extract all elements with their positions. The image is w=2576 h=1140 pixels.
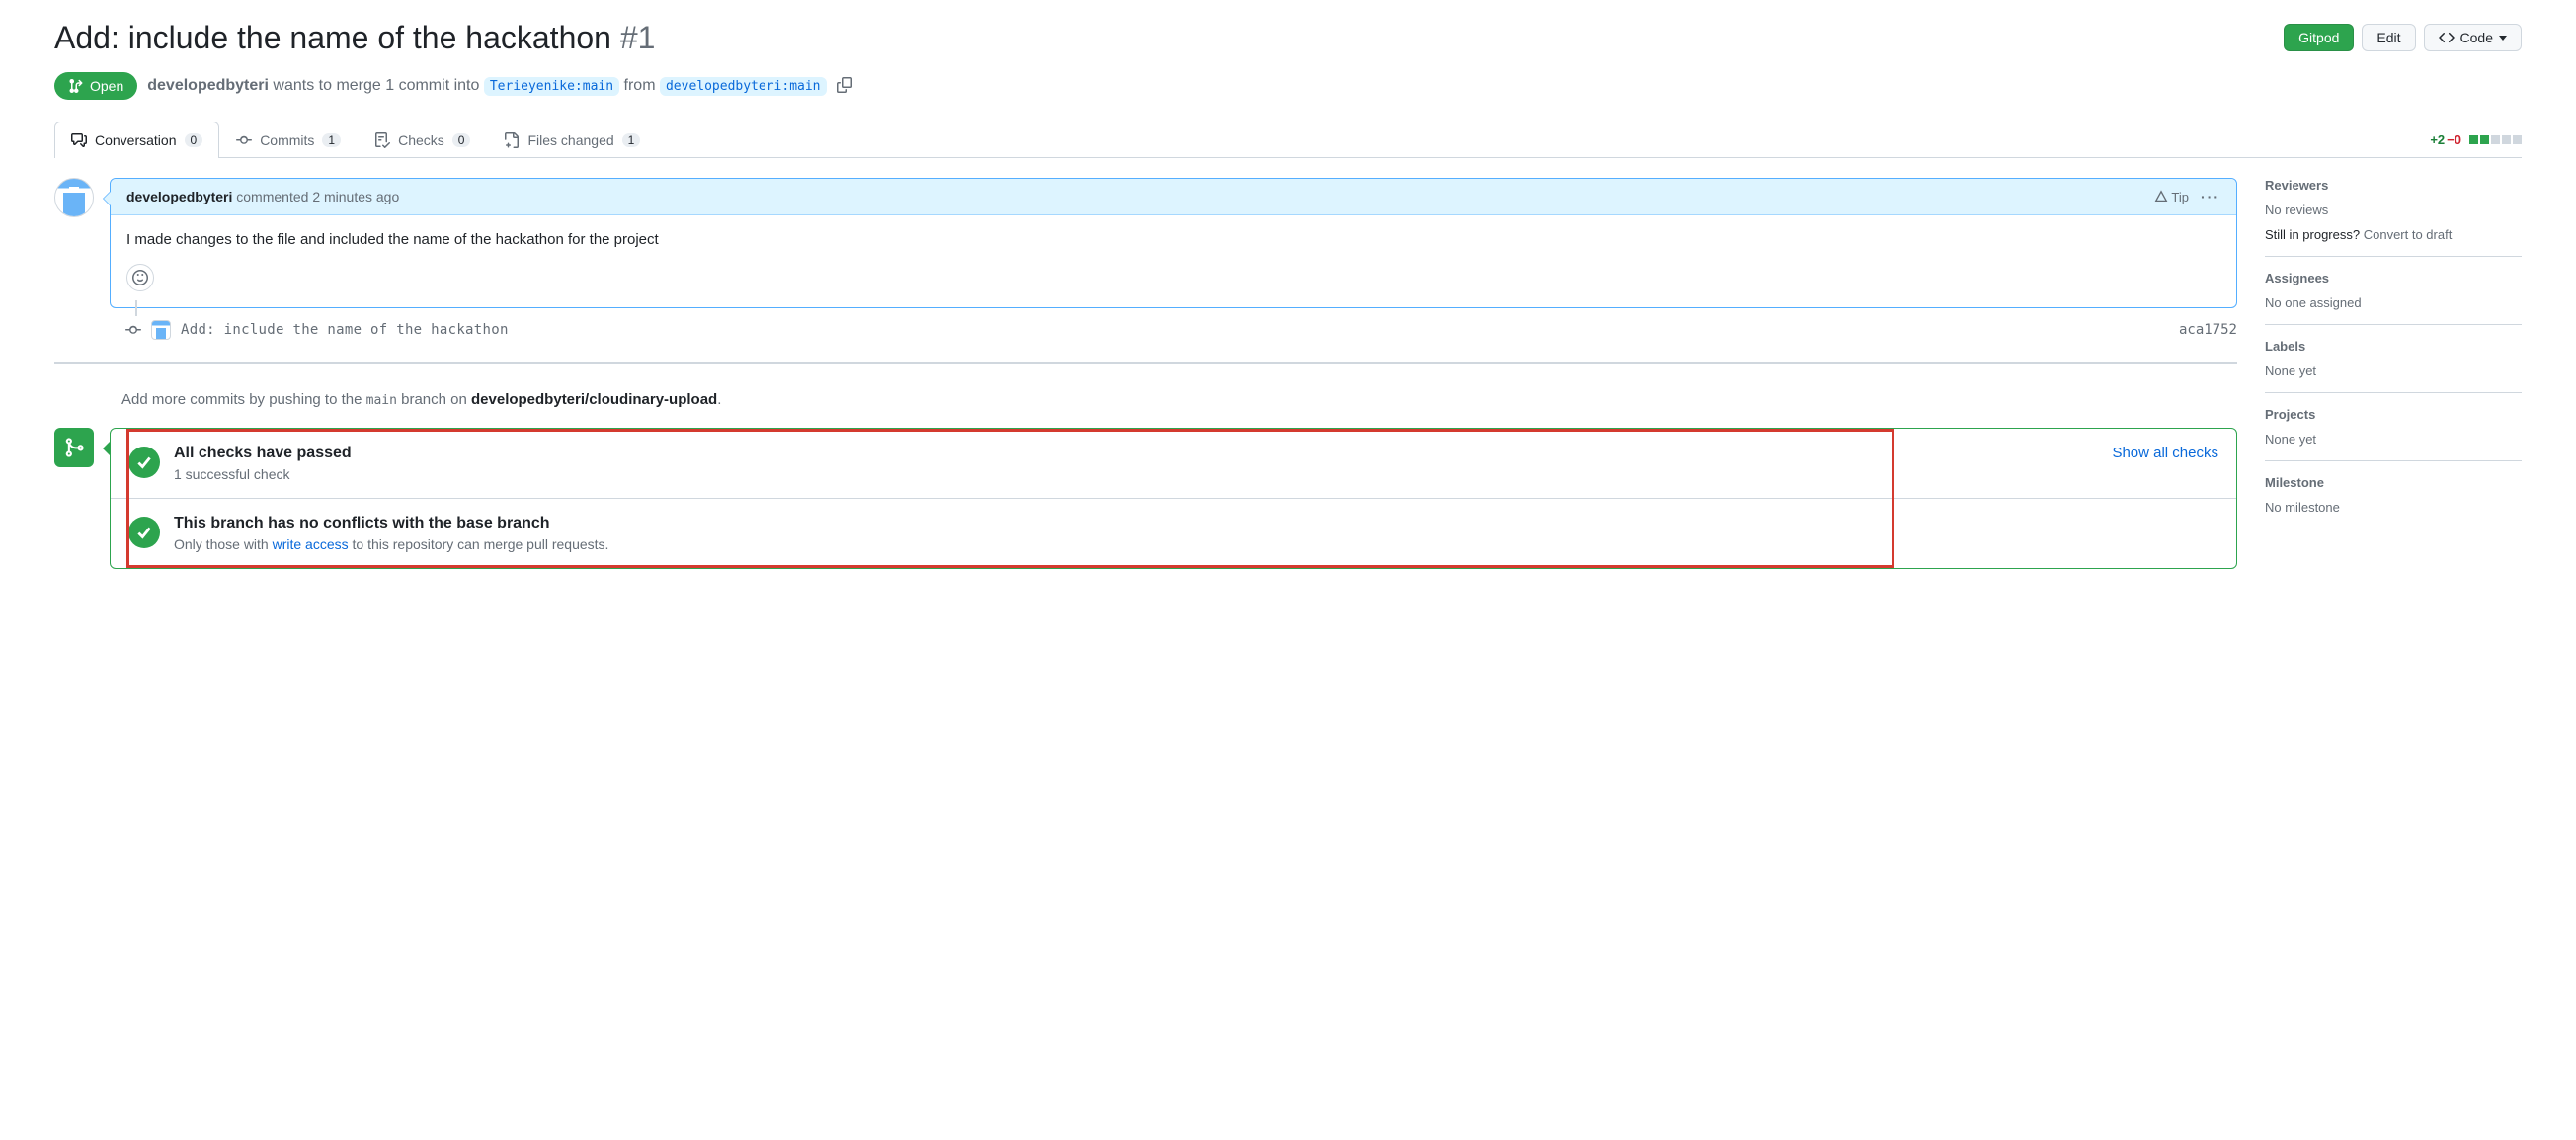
comment-body: I made changes to the file and included … — [111, 215, 2236, 264]
commit-message[interactable]: Add: include the name of the hackathon — [181, 322, 2169, 338]
tab-commits[interactable]: Commits 1 — [219, 122, 358, 158]
sidebar-labels[interactable]: Labels None yet — [2265, 325, 2522, 393]
diffstat: +2 −0 — [2430, 122, 2522, 157]
code-button[interactable]: Code — [2424, 24, 2522, 51]
file-diff-icon — [504, 132, 520, 148]
avatar[interactable] — [54, 178, 94, 217]
kebab-menu[interactable]: ··· — [2201, 189, 2220, 204]
state-badge: Open — [54, 72, 137, 100]
commit-dot-icon — [125, 322, 141, 338]
sidebar-assignees[interactable]: Assignees No one assigned — [2265, 257, 2522, 325]
chevron-down-icon — [2499, 36, 2507, 41]
write-access-link[interactable]: write access — [273, 536, 349, 552]
sidebar-reviewers[interactable]: Reviewers No reviews Still in progress? … — [2265, 178, 2522, 257]
tip-button[interactable]: Tip — [2154, 190, 2189, 204]
tab-files-changed[interactable]: Files changed 1 — [487, 122, 657, 158]
checklist-icon — [374, 132, 390, 148]
tab-checks[interactable]: Checks 0 — [358, 122, 487, 158]
copy-icon[interactable] — [837, 77, 852, 96]
add-reaction-button[interactable] — [126, 264, 154, 291]
gitpod-button[interactable]: Gitpod — [2284, 24, 2354, 51]
triangle-icon — [2154, 190, 2168, 204]
check-icon — [128, 517, 160, 548]
merge-box: All checks have passed 1 successful chec… — [110, 428, 2237, 569]
checks-title: All checks have passed — [174, 445, 352, 462]
base-branch[interactable]: Terieyenike:main — [484, 77, 619, 96]
tab-conversation[interactable]: Conversation 0 — [54, 122, 219, 158]
push-hint: Add more commits by pushing to the main … — [54, 383, 2237, 428]
comment-time[interactable]: 2 minutes ago — [312, 189, 399, 204]
issue-number: #1 — [620, 20, 656, 55]
commit-sha[interactable]: aca1752 — [2179, 322, 2237, 338]
code-icon — [2439, 30, 2455, 45]
conflicts-title: This branch has no conflicts with the ba… — [174, 515, 608, 532]
avatar[interactable] — [151, 320, 171, 340]
comment-box: developedbyteri commented 2 minutes ago … — [110, 178, 2237, 308]
pr-icon — [68, 78, 84, 94]
author-link[interactable]: developedbyteri — [147, 77, 269, 94]
convert-to-draft[interactable]: Convert to draft — [2364, 227, 2453, 242]
checks-subtitle: 1 successful check — [174, 466, 352, 482]
sidebar-milestone[interactable]: Milestone No milestone — [2265, 461, 2522, 529]
smiley-icon — [132, 270, 148, 285]
show-all-checks[interactable]: Show all checks — [2112, 445, 2218, 461]
commit-row: Add: include the name of the hackathon a… — [54, 308, 2237, 352]
head-branch[interactable]: developedbyteri:main — [660, 77, 827, 96]
comment-author[interactable]: developedbyteri — [126, 189, 232, 204]
sidebar-projects[interactable]: Projects None yet — [2265, 393, 2522, 461]
conflicts-subtitle: Only those with write access to this rep… — [174, 536, 608, 552]
pr-title: Add: include the name of the hackathon #… — [54, 20, 2276, 56]
commit-icon — [236, 132, 252, 148]
comment-icon — [71, 132, 87, 148]
merge-status-icon — [54, 428, 94, 467]
edit-button[interactable]: Edit — [2362, 24, 2415, 51]
check-icon — [128, 447, 160, 478]
